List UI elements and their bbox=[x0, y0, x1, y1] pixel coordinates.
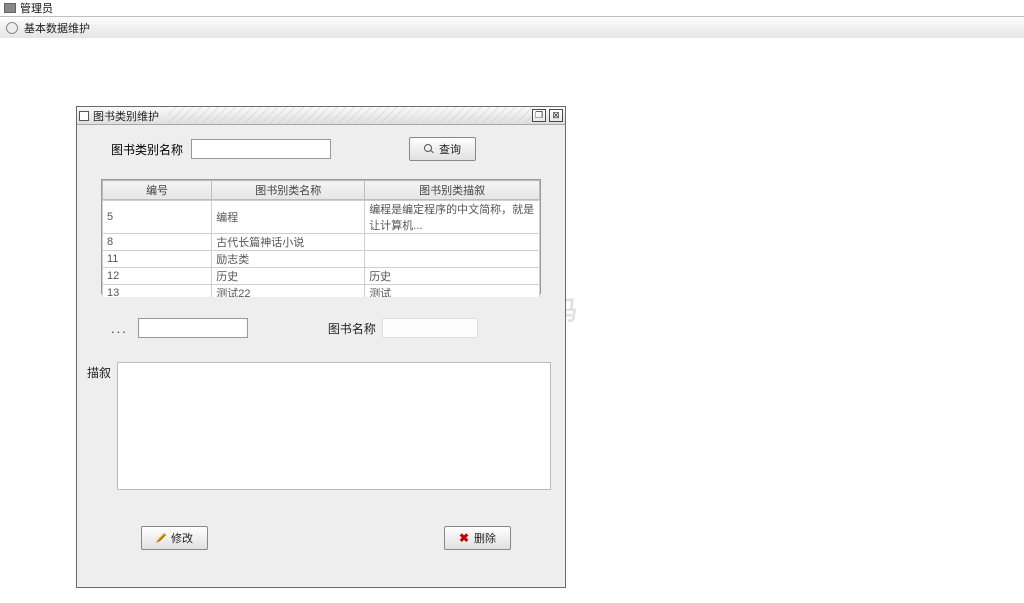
search-button[interactable]: 查询 bbox=[409, 137, 476, 161]
gear-icon bbox=[6, 22, 18, 34]
id-field-label: ... bbox=[107, 321, 132, 336]
table-cell: 历史 bbox=[212, 268, 365, 285]
category-id-input[interactable] bbox=[138, 318, 248, 338]
table-cell: 12 bbox=[103, 268, 212, 285]
description-label: 描叙 bbox=[87, 362, 117, 490]
table-row[interactable]: 12历史历史 bbox=[103, 268, 540, 285]
col-id: 编号 bbox=[103, 181, 212, 200]
table-row[interactable]: 5编程编程是编定程序的中文简称，就是让计算机... bbox=[103, 201, 540, 234]
name-field-label: 图书名称 bbox=[328, 320, 376, 337]
table-cell: 测试22 bbox=[212, 285, 365, 298]
table-cell: 古代长篇神话小说 bbox=[212, 234, 365, 251]
table-header-row: 编号 图书别类名称 图书别类描叙 bbox=[103, 181, 540, 200]
table-row[interactable]: 13测试22测试 bbox=[103, 285, 540, 298]
search-button-label: 查询 bbox=[439, 141, 461, 157]
menu-basic-data[interactable]: 基本数据维护 bbox=[24, 20, 90, 36]
titlebar-grip bbox=[167, 107, 532, 124]
category-name-search-input[interactable] bbox=[191, 139, 331, 159]
description-row: 描叙 bbox=[91, 362, 551, 490]
window-titlebar[interactable]: 图书类别维护 ❐ ⊠ bbox=[77, 107, 565, 125]
window-title: 图书类别维护 bbox=[93, 108, 159, 124]
action-buttons-row: 修改 ✖ 删除 bbox=[141, 526, 511, 550]
modify-button[interactable]: 修改 bbox=[141, 526, 208, 550]
id-and-name-row: ... 图书名称 bbox=[107, 318, 551, 338]
pencil-icon bbox=[156, 533, 166, 543]
close-button[interactable]: ⊠ bbox=[549, 109, 563, 122]
table-cell: 编程 bbox=[212, 201, 365, 234]
search-row: 图书类别名称 查询 bbox=[111, 137, 551, 161]
table-cell: 编程是编定程序的中文简称，就是让计算机... bbox=[365, 201, 540, 234]
category-table[interactable]: 编号 图书别类名称 图书别类描叙 5编程编程是编定程序的中文简称，就是让计算机.… bbox=[101, 179, 541, 294]
table-cell: 11 bbox=[103, 251, 212, 268]
table-row[interactable]: 8古代长篇神话小说 bbox=[103, 234, 540, 251]
col-desc: 图书别类描叙 bbox=[365, 181, 540, 200]
table-cell: 8 bbox=[103, 234, 212, 251]
app-icon bbox=[4, 3, 16, 13]
table-cell: 13 bbox=[103, 285, 212, 298]
search-icon bbox=[424, 144, 434, 154]
delete-button[interactable]: ✖ 删除 bbox=[444, 526, 511, 550]
category-name-input[interactable] bbox=[382, 318, 478, 338]
maximize-button[interactable]: ❐ bbox=[532, 109, 546, 122]
app-title: 管理员 bbox=[20, 0, 53, 16]
workspace: 大头猿源码 图书类别维护 ❐ ⊠ 图书类别名称 查询 bbox=[0, 38, 1024, 603]
delete-button-label: 删除 bbox=[474, 530, 496, 546]
table-row[interactable]: 11励志类 bbox=[103, 251, 540, 268]
modify-button-label: 修改 bbox=[171, 530, 193, 546]
app-titlebar: 管理员 bbox=[0, 0, 1024, 16]
table-cell: 5 bbox=[103, 201, 212, 234]
window-body: 图书类别名称 查询 编号 图书别类名称 图书别类描叙 bbox=[77, 125, 565, 587]
x-icon: ✖ bbox=[459, 531, 469, 545]
window-icon bbox=[79, 111, 89, 121]
description-textarea[interactable] bbox=[117, 362, 551, 490]
table-cell: 励志类 bbox=[212, 251, 365, 268]
table-cell: 测试 bbox=[365, 285, 540, 298]
menubar: 基本数据维护 bbox=[0, 16, 1024, 38]
table-cell bbox=[365, 251, 540, 268]
table-cell: 历史 bbox=[365, 268, 540, 285]
internal-window: 图书类别维护 ❐ ⊠ 图书类别名称 查询 bbox=[76, 106, 566, 588]
table-cell bbox=[365, 234, 540, 251]
search-field-label: 图书类别名称 bbox=[111, 141, 183, 158]
col-name: 图书别类名称 bbox=[212, 181, 365, 200]
